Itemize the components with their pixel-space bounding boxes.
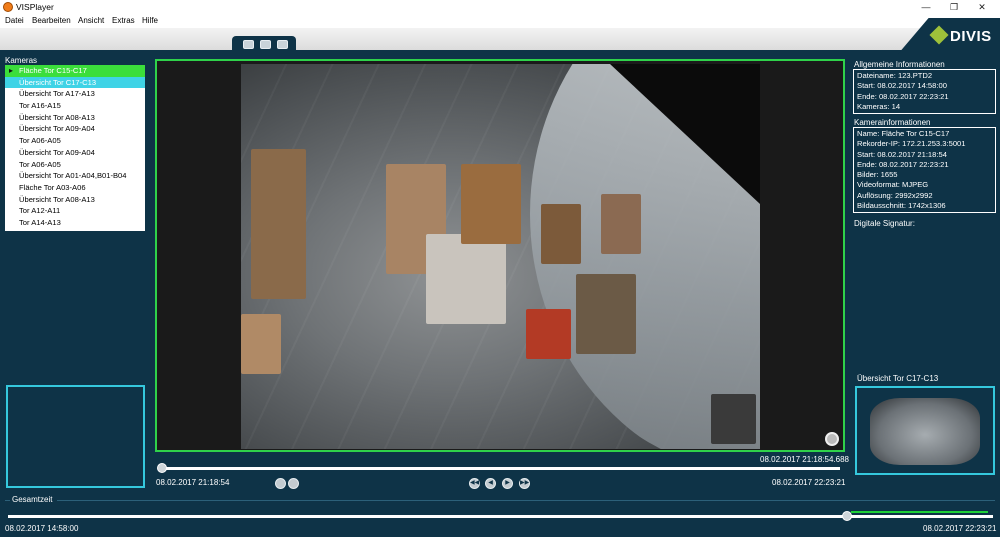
- general-info-title: Allgemeine Informationen: [854, 60, 945, 69]
- camera-info-title: Kamerainformationen: [854, 118, 931, 127]
- camera-item[interactable]: Übersicht Tor C17-C13: [5, 76, 145, 89]
- camera-item[interactable]: Übersicht Tor A09-A04: [5, 123, 145, 135]
- total-end-time: 08.02.2017 22:23:21: [923, 524, 997, 533]
- camera-item[interactable]: Übersicht Tor A01-A04,B01-B04: [5, 170, 145, 182]
- preview-image[interactable]: [870, 398, 980, 465]
- camera-item[interactable]: Übersicht Tor A08-A13: [5, 112, 145, 124]
- camera-item[interactable]: Fläche Tor C15-C17: [5, 65, 145, 77]
- camera-item[interactable]: Tor A06-A05: [5, 135, 145, 147]
- video-start-time: 08.02.2017 21:18:54: [156, 478, 230, 487]
- camera-item[interactable]: Tor A16-A15: [5, 100, 145, 112]
- total-timeline-knob[interactable]: [842, 511, 852, 521]
- signature-label: Digitale Signatur:: [854, 219, 915, 228]
- total-range-marker: [851, 511, 988, 513]
- empty-preview-box: [6, 385, 145, 488]
- window-title: VISPlayer: [16, 2, 54, 12]
- current-time: 08.02.2017 21:18:54.688: [760, 455, 849, 464]
- info-line: Start: 08.02.2017 21:18:54: [857, 149, 947, 159]
- camera-item[interactable]: Fläche Tor A03-A06: [5, 182, 145, 194]
- export-icon[interactable]: [277, 40, 288, 49]
- cameras-label: Kameras: [5, 56, 38, 65]
- rewind-icon[interactable]: ◀◀: [469, 478, 480, 489]
- maximize-button[interactable]: ❐: [940, 0, 968, 15]
- video-timeline[interactable]: [160, 467, 840, 470]
- print-icon[interactable]: [260, 40, 271, 49]
- info-line: Bildausschnitt: 1742x1306: [857, 201, 946, 211]
- fisheye-toggle-icon[interactable]: [825, 432, 839, 446]
- fast-forward-icon[interactable]: ▶▶: [519, 478, 530, 489]
- camera-list: Fläche Tor C15-C17 Übersicht Tor C17-C13…: [5, 65, 145, 231]
- info-line: Rekorder-IP: 172.21.253.3:5001: [857, 139, 966, 149]
- snapshot-icon[interactable]: [275, 478, 286, 489]
- camera-item[interactable]: Übersicht Tor A17-A13: [5, 88, 145, 100]
- total-time-label: Gesamtzeit: [12, 495, 53, 504]
- general-info-box: Dateiname: 123.PTD2 Start: 08.02.2017 14…: [853, 69, 996, 114]
- camera-info-box: Name: Fläche Tor C15-C17 Rekorder-IP: 17…: [853, 127, 996, 213]
- info-line: Auflösung: 2992x2992: [857, 190, 933, 200]
- video-end-time: 08.02.2017 22:23:21: [772, 478, 846, 487]
- info-line: Ende: 08.02.2017 22:23:21: [857, 159, 949, 169]
- settings-icon[interactable]: [288, 478, 299, 489]
- menu-bearbeiten[interactable]: Bearbeiten: [32, 16, 71, 25]
- video-timeline-knob[interactable]: [157, 463, 167, 473]
- menu-extras[interactable]: Extras: [112, 16, 135, 25]
- menu-datei[interactable]: Datei: [5, 16, 24, 25]
- menu-bar: Datei Bearbeiten Ansicht Extras Hilfe: [0, 15, 1000, 28]
- menu-ansicht[interactable]: Ansicht: [78, 16, 104, 25]
- play-icon[interactable]: ▶: [502, 478, 513, 489]
- menu-hilfe[interactable]: Hilfe: [142, 16, 158, 25]
- step-back-icon[interactable]: ◀: [485, 478, 496, 489]
- info-line: Videoformat: MJPEG: [857, 180, 929, 190]
- minimize-button[interactable]: —: [912, 0, 940, 15]
- total-start-time: 08.02.2017 14:58:00: [5, 524, 79, 533]
- title-bar: VISPlayer — ❐ ✕: [0, 0, 1000, 15]
- info-line: Kameras: 14: [857, 101, 901, 111]
- divis-logo: DIVIS: [898, 18, 1000, 54]
- camera-item[interactable]: Übersicht Tor A08-A13: [5, 194, 145, 206]
- camera-icon[interactable]: [243, 40, 254, 49]
- preview-label: Übersicht Tor C17-C13: [857, 374, 939, 383]
- camera-item[interactable]: Übersicht Tor A09-A04: [5, 147, 145, 159]
- camera-item[interactable]: Tor A06-A05: [5, 159, 145, 171]
- camera-item[interactable]: Tor A12-A11: [5, 205, 145, 217]
- info-line: Ende: 08.02.2017 22:23:21: [857, 91, 949, 101]
- app-icon: [3, 2, 13, 12]
- info-line: Dateiname: 123.PTD2: [857, 71, 933, 80]
- camera-preview[interactable]: [855, 386, 995, 475]
- video-image[interactable]: [241, 64, 760, 449]
- info-line: Start: 08.02.2017 14:58:00: [857, 81, 947, 91]
- info-line: Name: Fläche Tor C15-C17: [857, 129, 950, 138]
- close-button[interactable]: ✕: [968, 0, 996, 15]
- camera-item[interactable]: Tor A14-A13: [5, 217, 145, 229]
- toolbar-header: [0, 28, 1000, 50]
- video-frame[interactable]: [155, 59, 845, 452]
- info-line: Bilder: 1655: [857, 170, 898, 180]
